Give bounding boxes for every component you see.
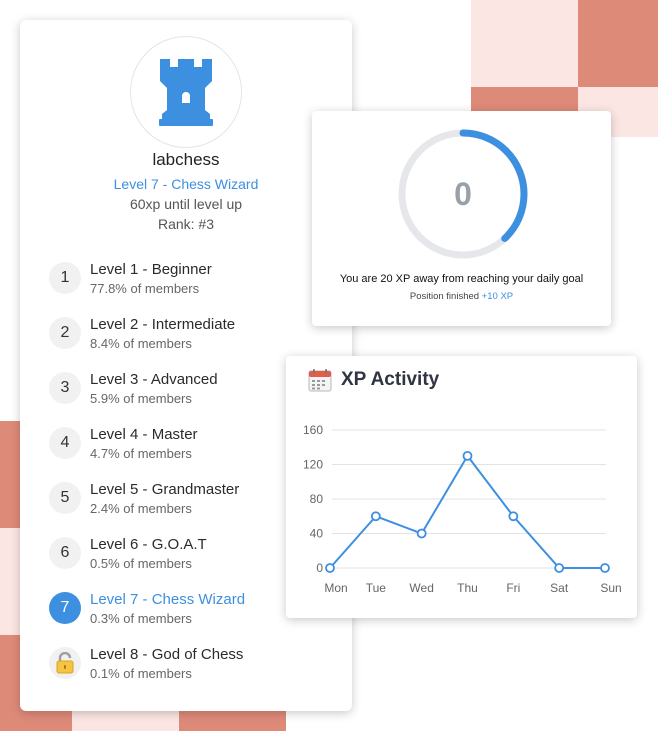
daily-goal-message: You are 20 XP away from reaching your da… bbox=[339, 273, 584, 285]
x-tick-label: Mon bbox=[324, 581, 347, 595]
y-tick-label: 160 bbox=[303, 423, 323, 437]
level-share: 4.7% of members bbox=[90, 446, 192, 461]
level-name: Level 1 - Beginner bbox=[90, 261, 212, 278]
level-badge: 1 bbox=[49, 262, 81, 294]
chart-title: XP Activity bbox=[341, 369, 440, 390]
level-share: 0.1% of members bbox=[90, 666, 192, 681]
xp-activity-card: 0 40 80 120 160 Mon Tue Wed Thu Fri Sat Sun XP Acti… bbox=[286, 356, 637, 618]
level-name: Level 2 - Intermediate bbox=[90, 316, 236, 333]
data-point bbox=[600, 563, 610, 573]
calendar-icon bbox=[308, 369, 332, 392]
level-name: Level 4 - Master bbox=[90, 426, 198, 443]
data-point bbox=[416, 528, 427, 539]
y-tick-label: 40 bbox=[310, 527, 324, 541]
lock-icon bbox=[49, 647, 81, 679]
x-tick-label: Wed bbox=[409, 581, 433, 595]
data-point bbox=[370, 511, 381, 522]
level-item-locked: Level 8 - God of Chess 0.1% of members bbox=[49, 643, 339, 698]
x-tick-label: Tue bbox=[366, 581, 387, 595]
rank: Rank: #3 bbox=[157, 216, 215, 232]
position-xp: +10 XP bbox=[481, 291, 514, 302]
level-badge: 7 bbox=[49, 592, 81, 624]
level-badge: 4 bbox=[49, 427, 81, 459]
level-share: 0.3% of members bbox=[90, 611, 192, 626]
level-share: 77.8% of members bbox=[90, 281, 200, 296]
y-tick-label: 120 bbox=[303, 458, 323, 472]
rook-icon bbox=[159, 59, 213, 126]
xp-until-level-up: 60xp until level up bbox=[129, 196, 243, 212]
daily-goal-card: 0 You are 20 XP away from reaching your … bbox=[312, 111, 611, 326]
level-name: Level 7 - Chess Wizard bbox=[90, 591, 246, 608]
level-name: Level 8 - God of Chess bbox=[90, 646, 244, 663]
data-point bbox=[462, 450, 473, 461]
level-badge: 6 bbox=[49, 537, 81, 569]
position-finished-label: Position finished bbox=[409, 291, 480, 302]
avatar bbox=[130, 36, 242, 148]
level-share: 8.4% of members bbox=[90, 336, 192, 351]
current-level: Level 7 - Chess Wizard bbox=[113, 176, 259, 192]
level-share: 0.5% of members bbox=[90, 556, 192, 571]
level-share: 2.4% of members bbox=[90, 501, 192, 516]
y-tick-label: 80 bbox=[310, 492, 324, 506]
level-badge: 5 bbox=[49, 482, 81, 514]
username: labchess bbox=[152, 150, 220, 169]
x-tick-label: Fri bbox=[506, 581, 520, 595]
x-tick-label: Sun bbox=[600, 581, 621, 595]
chart-header: XP Activity bbox=[308, 368, 439, 392]
x-tick-label: Thu bbox=[457, 581, 478, 595]
level-name: Level 5 - Grandmaster bbox=[90, 481, 240, 498]
level-badge: 3 bbox=[49, 372, 81, 404]
level-name: Level 3 - Advanced bbox=[90, 371, 218, 388]
level-badge: 2 bbox=[49, 317, 81, 349]
data-point bbox=[325, 563, 335, 573]
y-tick-label: 0 bbox=[316, 561, 323, 575]
daily-goal-value: 0 bbox=[454, 175, 472, 212]
level-share: 5.9% of members bbox=[90, 391, 192, 406]
data-point bbox=[554, 563, 565, 573]
data-point bbox=[508, 511, 519, 522]
position-finished: Position finished +10 XP bbox=[312, 291, 611, 302]
level-item: 1 Level 1 - Beginner 77.8% of members bbox=[49, 258, 339, 313]
x-tick-label: Sat bbox=[550, 581, 569, 595]
series-line bbox=[329, 454, 605, 569]
level-name: Level 6 - G.O.A.T bbox=[90, 536, 207, 553]
xp-activity-chart: 0 40 80 120 160 Mon Tue Wed Thu Fri Sat Sun bbox=[303, 423, 622, 595]
